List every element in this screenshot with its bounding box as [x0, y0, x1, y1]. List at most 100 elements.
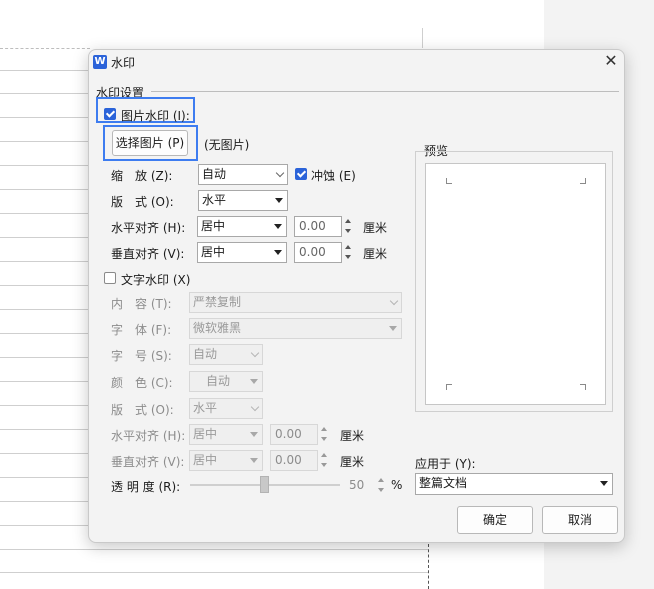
chevron-down-icon — [250, 348, 260, 358]
text-valign-select[interactable]: 居中 — [189, 450, 263, 471]
transparency-label: 透 明 度 (R): — [111, 480, 181, 494]
picture-valign-select[interactable]: 居中 — [197, 242, 287, 263]
dropdown-arrow-icon — [389, 326, 397, 331]
picture-halign-value: 居中 — [201, 219, 226, 233]
text-valign-value: 居中 — [193, 453, 218, 467]
washout-label: 冲蚀 (E) — [311, 169, 356, 183]
stepper-up-icon[interactable] — [375, 475, 388, 485]
picture-watermark-checkbox[interactable] — [104, 108, 116, 120]
picture-layout-label: 版 式 (O): — [111, 195, 174, 209]
text-halign-offset-input[interactable]: 0.00 — [270, 424, 318, 445]
dropdown-arrow-icon — [274, 224, 282, 229]
content-label: 内 容 (T): — [111, 297, 172, 311]
stepper-up-icon[interactable] — [318, 424, 331, 434]
picture-layout-select[interactable]: 水平 — [198, 190, 288, 211]
picture-halign-select[interactable]: 居中 — [197, 216, 287, 237]
dropdown-arrow-icon — [250, 432, 258, 437]
margin-corner-icon — [446, 384, 452, 390]
font-label: 字 体 (F): — [111, 323, 172, 337]
ok-button[interactable]: 确定 — [457, 506, 533, 534]
dialog-title: 水印 — [111, 56, 136, 70]
picture-watermark-label: 图片水印 (I): — [121, 109, 190, 123]
scale-label: 缩 放 (Z): — [111, 169, 173, 183]
washout-checkbox[interactable] — [295, 168, 307, 180]
size-select[interactable]: 自动 — [189, 344, 263, 365]
text-halign-unit: 厘米 — [340, 429, 365, 443]
document-dashed-guide — [0, 48, 90, 49]
picture-valign-offset-stepper[interactable] — [342, 242, 355, 263]
color-label: 颜 色 (C): — [111, 376, 173, 390]
picture-halign-offset-stepper[interactable] — [342, 216, 355, 237]
document-margin-guide — [422, 28, 423, 48]
section-divider — [151, 91, 619, 92]
text-halign-select[interactable]: 居中 — [189, 424, 263, 445]
no-picture-text: (无图片) — [204, 138, 250, 152]
color-select[interactable]: 自动 — [189, 371, 263, 392]
dropdown-arrow-icon — [250, 458, 258, 463]
margin-corner-icon — [580, 384, 586, 390]
chevron-down-icon — [389, 296, 399, 306]
watermark-dialog: W 水印 ✕ 水印设置 图片水印 (I): 选择图片 (P) (无图片) 缩 放… — [88, 49, 625, 543]
picture-valign-unit: 厘米 — [363, 247, 388, 261]
picture-valign-value: 居中 — [201, 245, 226, 259]
margin-corner-icon — [580, 178, 586, 184]
content-select[interactable]: 严禁复制 — [189, 292, 402, 313]
font-value: 微软雅黑 — [193, 321, 242, 335]
document-line — [0, 572, 428, 573]
text-layout-value: 水平 — [193, 401, 218, 415]
select-picture-button[interactable]: 选择图片 (P) — [112, 130, 188, 156]
close-button[interactable]: ✕ — [601, 51, 621, 71]
scale-select[interactable]: 自动 — [198, 164, 288, 185]
text-layout-label: 版 式 (O): — [111, 403, 174, 417]
picture-halign-offset-input[interactable]: 0.00 — [294, 216, 342, 237]
apply-to-value: 整篇文档 — [419, 476, 468, 490]
dropdown-arrow-icon — [600, 481, 608, 486]
text-halign-label: 水平对齐 (H): — [111, 429, 186, 443]
close-icon: ✕ — [604, 51, 618, 70]
text-valign-unit: 厘米 — [340, 455, 365, 469]
stepper-up-icon[interactable] — [318, 450, 331, 460]
picture-halign-label: 水平对齐 (H): — [111, 221, 186, 235]
apply-to-label: 应用于 (Y): — [415, 457, 476, 471]
transparency-unit: % — [391, 478, 403, 492]
size-label: 字 号 (S): — [111, 349, 172, 363]
apply-to-select[interactable]: 整篇文档 — [415, 473, 613, 495]
scale-value: 自动 — [202, 167, 227, 181]
chevron-down-icon — [250, 402, 260, 412]
preview-page — [425, 163, 606, 405]
wps-logo-icon: W — [93, 55, 107, 69]
stepper-down-icon[interactable] — [342, 253, 355, 263]
text-watermark-label: 文字水印 (X) — [121, 273, 191, 287]
document-page-break-guide — [428, 544, 429, 589]
cancel-button[interactable]: 取消 — [542, 506, 618, 534]
stepper-down-icon[interactable] — [318, 435, 331, 445]
stepper-down-icon[interactable] — [342, 227, 355, 237]
transparency-slider-thumb[interactable] — [260, 476, 269, 493]
text-layout-select[interactable]: 水平 — [189, 398, 263, 419]
margin-corner-icon — [446, 178, 452, 184]
text-valign-label: 垂直对齐 (V): — [111, 455, 185, 469]
picture-valign-offset-input[interactable]: 0.00 — [294, 242, 342, 263]
text-halign-offset-stepper[interactable] — [318, 424, 331, 445]
dropdown-arrow-icon — [275, 198, 283, 203]
stepper-up-icon[interactable] — [342, 242, 355, 252]
stepper-up-icon[interactable] — [342, 216, 355, 226]
dropdown-arrow-icon — [250, 379, 258, 384]
picture-halign-unit: 厘米 — [363, 221, 388, 235]
text-valign-offset-input[interactable]: 0.00 — [270, 450, 318, 471]
text-watermark-checkbox[interactable] — [104, 272, 116, 284]
chevron-down-icon — [275, 168, 285, 178]
transparency-value[interactable]: 50 — [349, 478, 364, 492]
content-value: 严禁复制 — [193, 295, 242, 309]
transparency-stepper[interactable] — [375, 475, 388, 496]
text-valign-offset-stepper[interactable] — [318, 450, 331, 471]
color-value: 自动 — [206, 374, 231, 388]
picture-layout-value: 水平 — [202, 193, 227, 207]
stepper-down-icon[interactable] — [375, 486, 388, 496]
stepper-down-icon[interactable] — [318, 461, 331, 471]
dropdown-arrow-icon — [274, 250, 282, 255]
text-halign-value: 居中 — [193, 427, 218, 441]
picture-valign-label: 垂直对齐 (V): — [111, 247, 185, 261]
size-value: 自动 — [193, 347, 218, 361]
font-select[interactable]: 微软雅黑 — [189, 318, 402, 339]
